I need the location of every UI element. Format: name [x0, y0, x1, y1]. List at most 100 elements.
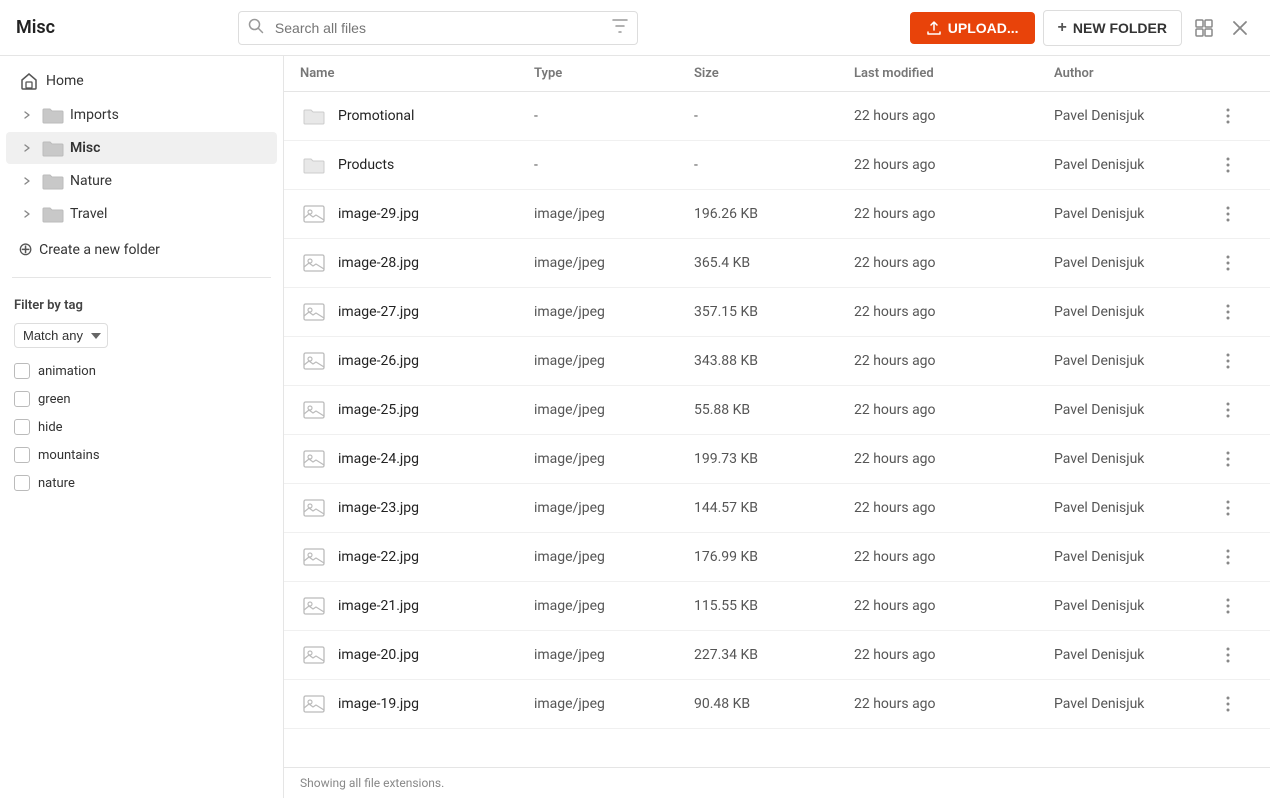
table-row[interactable]: image-24.jpg image/jpeg 199.73 KB 22 hou…: [284, 435, 1270, 484]
new-folder-label: NEW FOLDER: [1073, 20, 1167, 36]
file-type: image/jpeg: [534, 402, 694, 418]
more-options-button[interactable]: [1214, 298, 1242, 326]
file-name-cell: image-25.jpg: [300, 396, 534, 424]
sidebar-item-label: Home: [46, 73, 84, 89]
file-modified: 22 hours ago: [854, 696, 1054, 712]
sidebar-item-misc[interactable]: Misc: [6, 132, 277, 164]
sidebar-item-label: Misc: [70, 140, 100, 156]
sidebar: Home Imports Misc Nat: [0, 56, 284, 798]
tag-item-green[interactable]: green: [14, 388, 269, 410]
col-type: Type: [534, 66, 694, 81]
file-author: Pavel Denisjuk: [1054, 402, 1214, 418]
folder-icon: [42, 205, 64, 223]
more-options-button[interactable]: [1214, 641, 1242, 669]
filter-icon[interactable]: [612, 19, 628, 37]
more-options-button[interactable]: [1214, 249, 1242, 277]
file-name-cell: image-27.jpg: [300, 298, 534, 326]
file-size: 343.88 KB: [694, 353, 854, 369]
file-type: image/jpeg: [534, 598, 694, 614]
tag-item-mountains[interactable]: mountains: [14, 444, 269, 466]
sidebar-item-home[interactable]: Home: [6, 65, 277, 97]
file-name-cell: Products: [300, 151, 534, 179]
main-content: Name Type Size Last modified Author Prom…: [284, 56, 1270, 798]
file-author: Pavel Denisjuk: [1054, 549, 1214, 565]
tag-item-nature[interactable]: nature: [14, 472, 269, 494]
file-size: -: [694, 157, 854, 173]
file-size: 115.55 KB: [694, 598, 854, 614]
new-folder-button[interactable]: + NEW FOLDER: [1043, 10, 1182, 46]
search-input[interactable]: [238, 11, 638, 45]
table-row[interactable]: Promotional - - 22 hours ago Pavel Denis…: [284, 92, 1270, 141]
file-modified: 22 hours ago: [854, 647, 1054, 663]
file-name-cell: image-29.jpg: [300, 200, 534, 228]
more-options-button[interactable]: [1214, 690, 1242, 718]
create-folder-button[interactable]: ⊕ Create a new folder: [6, 233, 277, 267]
table-row[interactable]: image-23.jpg image/jpeg 144.57 KB 22 hou…: [284, 484, 1270, 533]
more-options-button[interactable]: [1214, 102, 1242, 130]
plus-icon: +: [1058, 19, 1067, 37]
tag-checkbox[interactable]: [14, 475, 30, 491]
tag-list: animation green hide mountains nature: [14, 360, 269, 494]
sidebar-item-label: Travel: [70, 206, 107, 222]
file-name: image-24.jpg: [338, 451, 419, 467]
more-options-button[interactable]: [1214, 592, 1242, 620]
close-icon[interactable]: [1226, 14, 1254, 42]
expand-arrow-icon: [18, 139, 36, 157]
image-icon: [300, 641, 328, 669]
file-name-cell: image-19.jpg: [300, 690, 534, 718]
file-type: image/jpeg: [534, 549, 694, 565]
file-type: image/jpeg: [534, 500, 694, 516]
table-row[interactable]: image-27.jpg image/jpeg 357.15 KB 22 hou…: [284, 288, 1270, 337]
table-row[interactable]: image-21.jpg image/jpeg 115.55 KB 22 hou…: [284, 582, 1270, 631]
more-options-button[interactable]: [1214, 494, 1242, 522]
file-modified: 22 hours ago: [854, 304, 1054, 320]
home-icon: [18, 72, 40, 90]
tag-item-hide[interactable]: hide: [14, 416, 269, 438]
table-row[interactable]: image-26.jpg image/jpeg 343.88 KB 22 hou…: [284, 337, 1270, 386]
table-row[interactable]: image-19.jpg image/jpeg 90.48 KB 22 hour…: [284, 680, 1270, 729]
grid-view-icon[interactable]: [1190, 14, 1218, 42]
tag-checkbox[interactable]: [14, 447, 30, 463]
expand-arrow-icon: [18, 172, 36, 190]
sidebar-item-travel[interactable]: Travel: [6, 198, 277, 230]
col-modified: Last modified: [854, 66, 1054, 81]
more-options-button[interactable]: [1214, 445, 1242, 473]
table-row[interactable]: image-29.jpg image/jpeg 196.26 KB 22 hou…: [284, 190, 1270, 239]
match-select[interactable]: Match anyMatch all: [14, 323, 108, 348]
upload-button[interactable]: UPLOAD...: [910, 12, 1035, 44]
file-author: Pavel Denisjuk: [1054, 304, 1214, 320]
tag-item-animation[interactable]: animation: [14, 360, 269, 382]
file-name: image-23.jpg: [338, 500, 419, 516]
table-row[interactable]: image-25.jpg image/jpeg 55.88 KB 22 hour…: [284, 386, 1270, 435]
more-options-button[interactable]: [1214, 543, 1242, 571]
topbar-actions: UPLOAD... + NEW FOLDER: [910, 10, 1254, 46]
tag-checkbox[interactable]: [14, 391, 30, 407]
more-options-button[interactable]: [1214, 200, 1242, 228]
image-icon: [300, 445, 328, 473]
table-row[interactable]: image-28.jpg image/jpeg 365.4 KB 22 hour…: [284, 239, 1270, 288]
col-actions: [1214, 66, 1254, 81]
image-icon: [300, 494, 328, 522]
more-options-button[interactable]: [1214, 396, 1242, 424]
table-row[interactable]: image-20.jpg image/jpeg 227.34 KB 22 hou…: [284, 631, 1270, 680]
file-type: -: [534, 108, 694, 124]
table-row[interactable]: image-22.jpg image/jpeg 176.99 KB 22 hou…: [284, 533, 1270, 582]
filter-title: Filter by tag: [14, 298, 269, 313]
file-modified: 22 hours ago: [854, 549, 1054, 565]
sidebar-item-nature[interactable]: Nature: [6, 165, 277, 197]
sidebar-item-imports[interactable]: Imports: [6, 99, 277, 131]
image-icon: [300, 200, 328, 228]
table-row[interactable]: Products - - 22 hours ago Pavel Denisjuk: [284, 141, 1270, 190]
sidebar-divider: [12, 277, 271, 278]
more-options-button[interactable]: [1214, 151, 1242, 179]
image-icon: [300, 249, 328, 277]
file-name-cell: image-28.jpg: [300, 249, 534, 277]
tag-checkbox[interactable]: [14, 419, 30, 435]
file-modified: 22 hours ago: [854, 598, 1054, 614]
tag-checkbox[interactable]: [14, 363, 30, 379]
sidebar-items: Imports Misc Nature Travel: [0, 98, 283, 231]
more-options-button[interactable]: [1214, 347, 1242, 375]
table-body: Promotional - - 22 hours ago Pavel Denis…: [284, 92, 1270, 767]
image-icon: [300, 396, 328, 424]
table-header: Name Type Size Last modified Author: [284, 56, 1270, 92]
